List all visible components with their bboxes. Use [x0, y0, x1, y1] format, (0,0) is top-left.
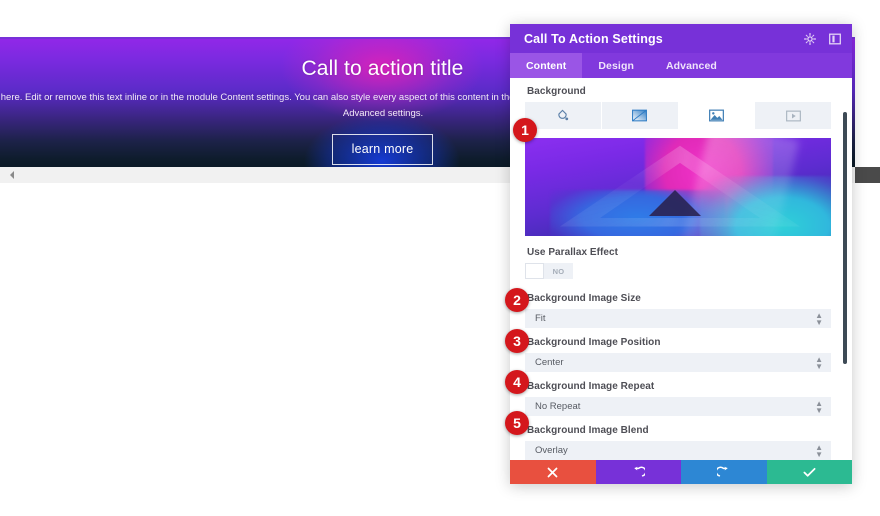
image-icon — [708, 109, 724, 122]
background-image-position-label: Background Image Position — [527, 337, 661, 348]
parallax-toggle[interactable]: NO — [525, 263, 573, 279]
panel-scrollbar[interactable] — [843, 78, 850, 460]
color-drop-icon — [558, 109, 569, 121]
background-image-blend-select[interactable]: Overlay ▲ ▼ — [525, 441, 831, 460]
background-image-repeat-value: No Repeat — [535, 401, 581, 412]
annotation-badge-1: 1 — [513, 118, 537, 142]
annotation-badge-2: 2 — [505, 288, 529, 312]
background-type-selector[interactable] — [525, 102, 831, 129]
redo-button[interactable] — [681, 460, 767, 484]
panel-title: Call To Action Settings — [524, 31, 663, 46]
parallax-toggle-value: NO — [552, 266, 565, 276]
chevron-updown-icon: ▲ ▼ — [815, 354, 823, 371]
toggle-knob[interactable] — [525, 263, 544, 279]
background-image-blend-label: Background Image Blend — [527, 425, 649, 436]
save-button[interactable] — [766, 460, 852, 484]
panel-header: Call To Action Settings — [510, 24, 852, 53]
background-color-tab[interactable] — [525, 102, 602, 129]
preview-inner-triangle — [649, 190, 701, 216]
page-gutter-marker — [855, 167, 880, 183]
chevron-left-icon[interactable] — [8, 169, 17, 181]
annotation-badge-5: 5 — [505, 411, 529, 435]
background-image-size-label: Background Image Size — [527, 293, 641, 304]
redo-icon — [717, 466, 728, 477]
call-to-action-settings-panel[interactable]: Call To Action Settings Content Design A… — [510, 24, 852, 484]
tab-design[interactable]: Design — [582, 53, 650, 78]
gradient-icon — [632, 109, 648, 122]
panel-scrollbar-thumb[interactable] — [843, 112, 847, 364]
page-right-gutter — [855, 0, 880, 516]
chevron-updown-icon: ▲ ▼ — [815, 442, 823, 459]
background-image-size-select[interactable]: Fit ▲ ▼ — [525, 309, 831, 328]
undo-button[interactable] — [595, 460, 681, 484]
field-background-image-position: Background Image Position Center ▲ ▼ — [525, 337, 837, 372]
annotation-badge-3: 3 — [505, 329, 529, 353]
tab-advanced[interactable]: Advanced — [650, 53, 733, 78]
video-icon — [785, 110, 801, 121]
background-image-size-value: Fit — [535, 313, 546, 324]
background-image-position-select[interactable]: Center ▲ ▼ — [525, 353, 831, 372]
panel-footer[interactable] — [510, 460, 852, 484]
undo-icon — [634, 466, 645, 477]
cta-learn-more-button[interactable]: learn more — [331, 134, 434, 166]
close-icon — [547, 467, 558, 477]
field-background-image-blend: Background Image Blend Overlay ▲ ▼ — [525, 425, 837, 460]
background-image-blend-value: Overlay — [535, 445, 568, 456]
panel-tabs[interactable]: Content Design Advanced — [510, 53, 852, 78]
background-image-preview[interactable] — [525, 138, 831, 236]
check-icon — [803, 467, 816, 477]
cancel-button[interactable] — [510, 460, 596, 484]
annotation-badge-4: 4 — [505, 370, 529, 394]
field-background-image-size: Background Image Size Fit ▲ ▼ — [525, 293, 837, 328]
tab-content[interactable]: Content — [510, 53, 583, 78]
chevron-updown-icon: ▲ ▼ — [815, 310, 823, 327]
background-section-label: Background — [527, 86, 586, 97]
background-image-tab[interactable] — [678, 102, 756, 129]
field-background-image-repeat: Background Image Repeat No Repeat ▲ ▼ — [525, 381, 837, 416]
background-gradient-tab[interactable] — [601, 102, 679, 129]
background-image-repeat-label: Background Image Repeat — [527, 381, 655, 392]
move-icon[interactable] — [802, 31, 817, 46]
background-image-repeat-select[interactable]: No Repeat ▲ ▼ — [525, 397, 831, 416]
layout-toggle-icon[interactable] — [827, 31, 842, 46]
background-video-tab[interactable] — [755, 102, 831, 129]
panel-header-icons — [802, 31, 842, 46]
parallax-label: Use Parallax Effect — [527, 247, 618, 258]
background-image-position-value: Center — [535, 357, 564, 368]
panel-body: Background Use Parallax Effect NO Backgr… — [510, 78, 852, 460]
chevron-updown-icon: ▲ ▼ — [815, 398, 823, 415]
